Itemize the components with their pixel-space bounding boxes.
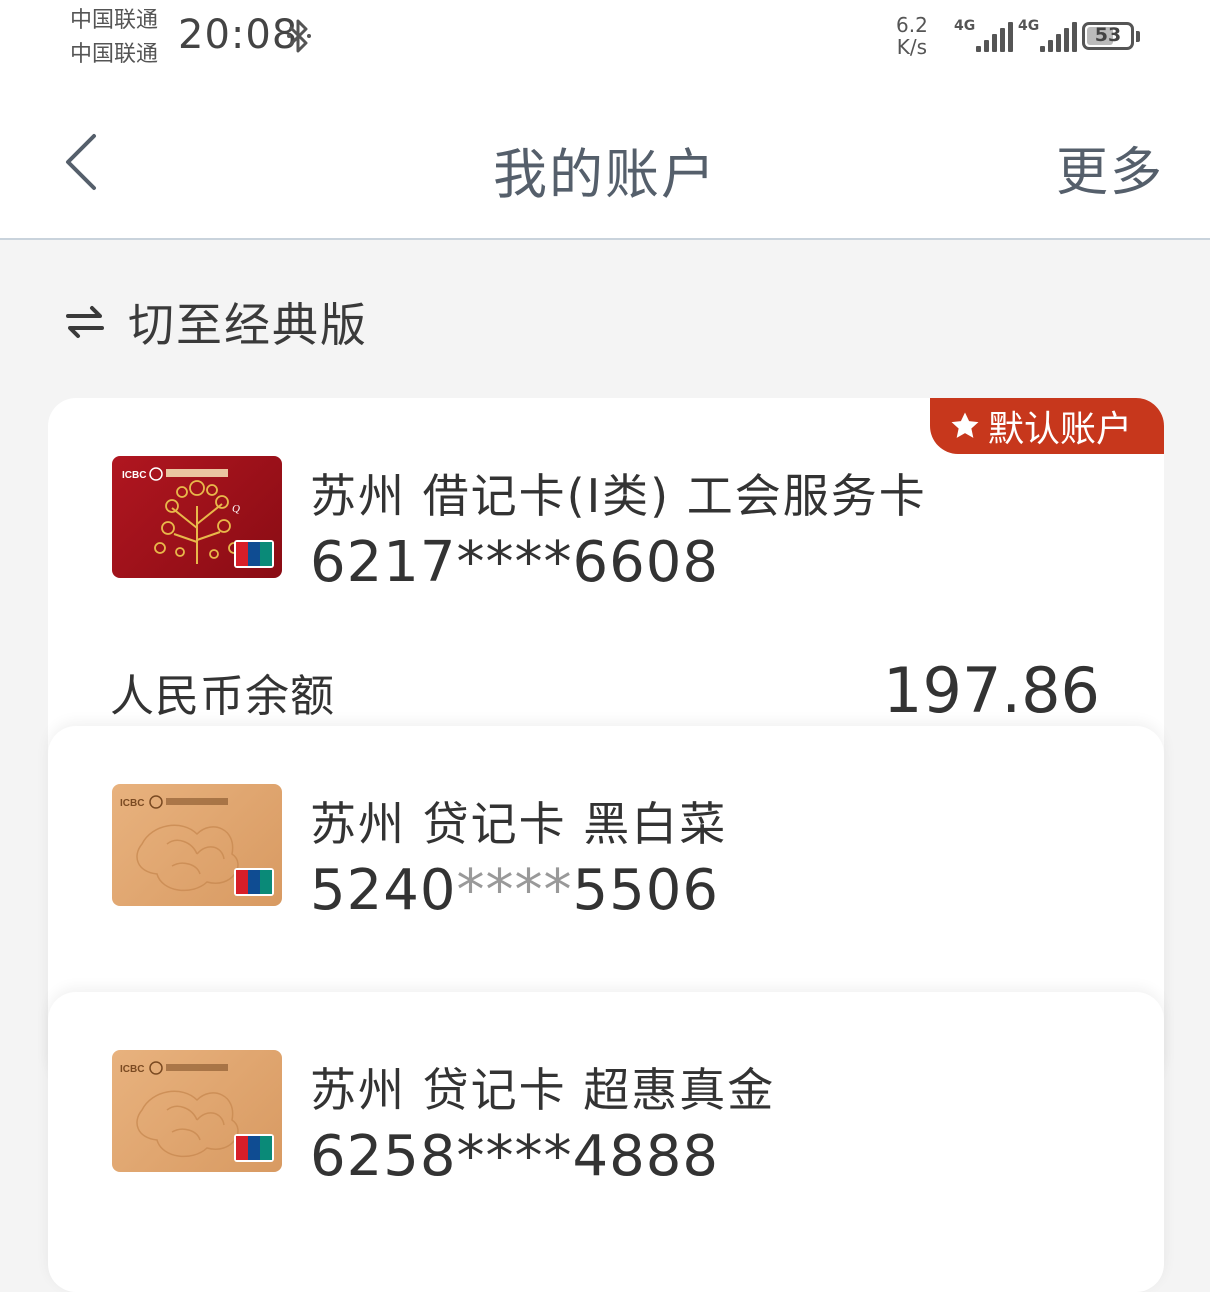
account-card-3[interactable]: ICBC 苏州 贷记卡 超惠真金 6258****4888 [48,992,1164,1292]
account-number-mask: **** [456,530,573,595]
account-number-suffix: 5506 [572,858,720,923]
carrier-labels: 中国联通 中国联通 [70,4,158,72]
swap-icon [64,302,106,342]
network-speed-value: 6.2 [896,13,928,37]
network-speed: 6.2 K/s [896,14,928,58]
default-account-label: 默认账户 [988,409,1133,450]
star-icon [948,409,982,443]
switch-classic-label: 切至经典版 [128,298,368,352]
sim2-type: 4G [1018,18,1040,34]
sim1-type: 4G [954,18,976,34]
balance-value: 197.86 [883,654,1100,727]
clock: 20:08 [178,12,299,58]
account-number: 6217****6608 [310,530,719,595]
svg-text:Q: Q [232,503,240,515]
account-name: 苏州 贷记卡 超惠真金 [310,1063,776,1117]
card-image-debit: ICBC Q [112,456,282,578]
battery-icon: 53 [1082,22,1140,50]
network-speed-unit: K/s [896,35,928,59]
account-number-prefix: 6217 [310,530,457,595]
account-number-prefix: 6258 [310,1124,457,1189]
carrier-2: 中国联通 [70,42,159,67]
card-image-credit: ICBC [112,1050,282,1172]
account-name: 苏州 贷记卡 黑白菜 [310,797,728,851]
account-number-prefix: 5240 [310,858,457,923]
status-bar: 中国联通 中国联通 20:08 6.2 K/s 4G 4G 53 [0,0,1210,80]
nav-bar: 我的账户 更多 [0,80,1210,240]
switch-classic-button[interactable]: 切至经典版 [64,292,368,352]
svg-text:ICBC: ICBC [122,470,146,481]
account-number-mask: **** [456,1124,573,1189]
svg-text:ICBC: ICBC [120,798,144,809]
account-number: 6258****4888 [310,1124,719,1189]
bluetooth-icon [286,16,312,65]
account-number-suffix: 4888 [572,1124,720,1189]
carrier-1: 中国联通 [70,8,159,33]
default-account-badge: 默认账户 [930,398,1164,454]
account-number-suffix: 6608 [572,530,720,595]
account-number: 5240****5506 [310,858,719,923]
page-title: 我的账户 [493,143,717,206]
card-image-credit: ICBC [112,784,282,906]
account-name: 苏州 借记卡(I类) 工会服务卡 [310,469,927,523]
balance-label: 人民币余额 [110,671,335,722]
more-button[interactable]: 更多 [1056,130,1164,205]
battery-level: 53 [1094,24,1122,46]
svg-text:ICBC: ICBC [120,1064,144,1075]
account-number-mask: **** [456,858,573,923]
